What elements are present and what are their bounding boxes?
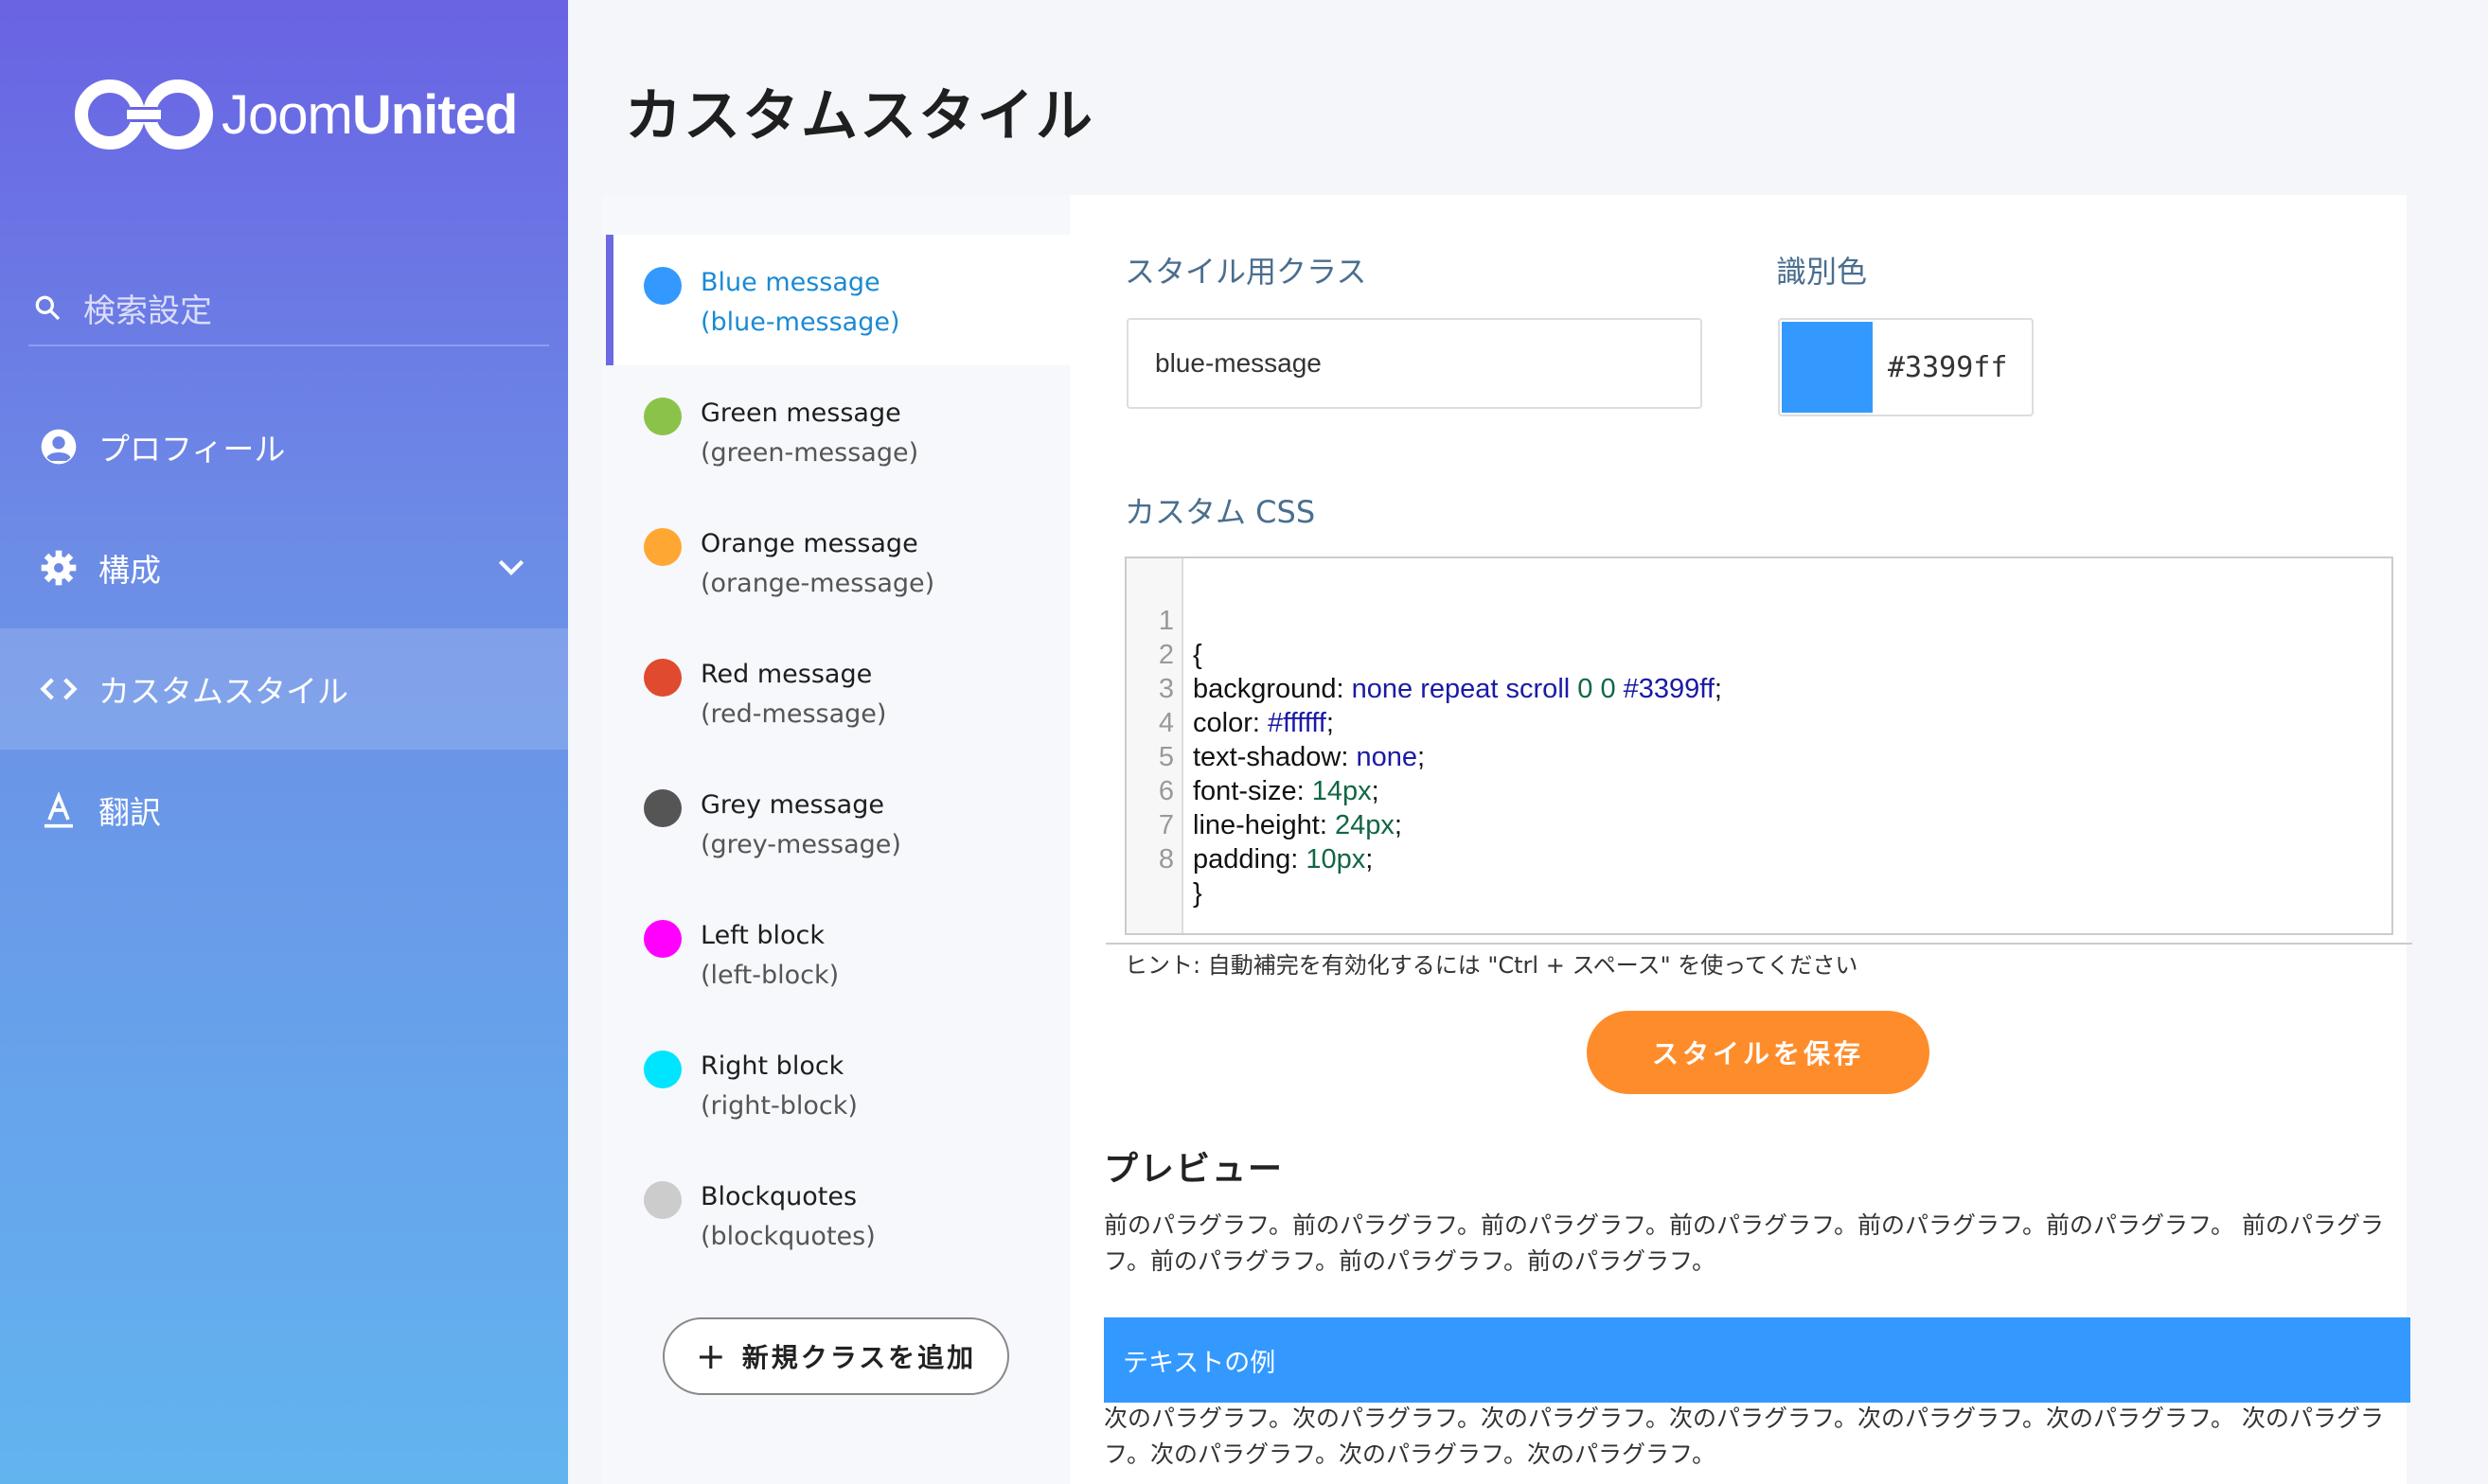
code-line: 5 font-size: 14px; bbox=[1158, 742, 1379, 806]
style-item-right-block[interactable]: Right block (right-block) bbox=[606, 1018, 1070, 1149]
color-hex-value: #3399ff bbox=[1888, 350, 2008, 384]
save-style-button[interactable]: スタイルを保存 bbox=[1587, 1011, 1929, 1094]
sidebar-item-profile[interactable]: プロフィール bbox=[0, 386, 568, 507]
add-new-class-label: 新規クラスを追加 bbox=[741, 1342, 977, 1373]
code-line: 6 line-height: 24px; bbox=[1158, 776, 1402, 840]
sidebar-item-translation[interactable]: 翻訳 bbox=[0, 750, 568, 871]
color-dot-icon bbox=[644, 789, 682, 827]
style-class: (blockquotes) bbox=[701, 1222, 876, 1251]
add-new-class-button[interactable]: + 新規クラスを追加 bbox=[663, 1317, 1009, 1395]
color-dot-icon bbox=[644, 528, 682, 566]
custom-css-label: カスタム CSS bbox=[1125, 494, 1316, 530]
style-item-left-block[interactable]: Left block (left-block) bbox=[606, 888, 1070, 1018]
style-name: Grey message bbox=[701, 790, 884, 820]
user-circle-icon bbox=[38, 426, 80, 468]
style-class: (red-message) bbox=[701, 699, 887, 729]
style-name: Orange message bbox=[701, 529, 918, 558]
style-name: Green message bbox=[701, 398, 901, 428]
style-item-red-message[interactable]: Red message (red-message) bbox=[606, 627, 1070, 757]
style-class: (grey-message) bbox=[701, 830, 901, 859]
style-name: Red message bbox=[701, 660, 873, 689]
chevron-down-icon[interactable] bbox=[492, 549, 530, 587]
preview-title: プレビュー bbox=[1104, 1150, 1285, 1189]
code-icon bbox=[38, 668, 80, 710]
style-name: Blue message bbox=[701, 268, 880, 297]
style-name: Right block bbox=[701, 1051, 844, 1081]
sidebar-item-custom-style[interactable]: カスタムスタイル bbox=[0, 628, 568, 750]
style-item-blockquotes[interactable]: Blockquotes (blockquotes) bbox=[606, 1149, 1070, 1280]
style-name: Left block bbox=[701, 921, 826, 950]
preview-example-text: テキストの例 bbox=[1104, 1317, 2410, 1403]
style-class-input[interactable] bbox=[1127, 318, 1702, 409]
sidebar: JoomUnited 検索設定 プロフィール 構成 カスタムスタイル 翻訳 bbox=[0, 0, 568, 1484]
code-line: 2 background: none repeat scroll 0 0 #33… bbox=[1158, 640, 1722, 704]
sidebar-item-label: プロフィール bbox=[98, 431, 286, 468]
style-class: (right-block) bbox=[701, 1091, 858, 1121]
style-class-label: スタイル用クラス bbox=[1125, 254, 1367, 290]
plus-icon: + bbox=[695, 1335, 729, 1377]
preview-after-paragraph: 次のパラグラフ。次のパラグラフ。次のパラグラフ。次のパラグラフ。次のパラグラフ。… bbox=[1104, 1404, 2384, 1468]
code-line: 7 padding: 10px; bbox=[1158, 810, 1374, 874]
sidebar-item-label: 翻訳 bbox=[98, 794, 161, 831]
logo-mark-icon bbox=[72, 62, 216, 167]
code-line: 1 { bbox=[1158, 606, 1202, 670]
style-item-blue-message[interactable]: Blue message (blue-message) bbox=[606, 235, 1070, 365]
gear-icon bbox=[38, 547, 80, 589]
search-icon bbox=[28, 289, 66, 327]
style-class: (orange-message) bbox=[701, 569, 935, 598]
page-title: カスタムスタイル bbox=[625, 83, 1094, 150]
sidebar-item-label: 構成 bbox=[98, 552, 161, 589]
color-dot-icon bbox=[644, 1181, 682, 1219]
custom-css-editor[interactable]: 1 { 2 background: none repeat scroll 0 0… bbox=[1125, 556, 2393, 935]
color-swatch[interactable] bbox=[1782, 322, 1873, 413]
style-item-green-message[interactable]: Green message (green-message) bbox=[606, 365, 1070, 496]
code-line: 3 color: #ffffff; bbox=[1158, 674, 1334, 738]
style-item-grey-message[interactable]: Grey message (grey-message) bbox=[606, 757, 1070, 888]
style-name: Blockquotes bbox=[701, 1182, 858, 1211]
color-dot-icon bbox=[644, 398, 682, 435]
color-dot-icon bbox=[644, 659, 682, 697]
code-line: 8 } bbox=[1158, 844, 1202, 909]
search-settings[interactable]: 検索設定 bbox=[28, 271, 549, 346]
identification-color-label: 識別色 bbox=[1776, 254, 1868, 290]
joomunited-logo[interactable]: JoomUnited bbox=[72, 62, 518, 167]
style-class: (green-message) bbox=[701, 438, 919, 468]
color-dot-icon bbox=[644, 1051, 682, 1088]
color-dot-icon bbox=[644, 267, 682, 305]
hint-divider bbox=[1106, 943, 2412, 945]
color-picker[interactable]: #3399ff bbox=[1778, 318, 2034, 416]
style-class: (blue-message) bbox=[701, 308, 900, 337]
translate-icon bbox=[38, 789, 80, 831]
autocomplete-hint: ヒント: 自動補完を有効化するには "Ctrl + スペース" を使ってください bbox=[1125, 952, 1858, 979]
color-dot-icon bbox=[644, 920, 682, 958]
search-settings-label: 検索設定 bbox=[83, 292, 212, 330]
style-item-orange-message[interactable]: Orange message (orange-message) bbox=[606, 496, 1070, 627]
style-class: (left-block) bbox=[701, 961, 840, 990]
sidebar-item-configuration[interactable]: 構成 bbox=[0, 507, 568, 628]
logo-text: JoomUnited bbox=[222, 83, 518, 146]
code-line: 4 text-shadow: none; bbox=[1158, 708, 1426, 772]
sidebar-item-label: カスタムスタイル bbox=[98, 673, 348, 710]
preview-before-paragraph: 前のパラグラフ。前のパラグラフ。前のパラグラフ。前のパラグラフ。前のパラグラフ。… bbox=[1104, 1211, 2384, 1275]
